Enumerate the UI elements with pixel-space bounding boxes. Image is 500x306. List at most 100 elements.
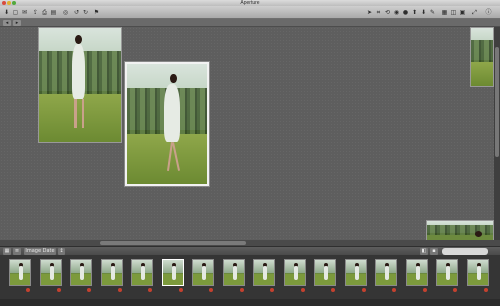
web-icon[interactable]: ◎ (62, 9, 69, 16)
thumbnail-fig (293, 266, 298, 280)
lift-icon[interactable]: ⬆ (411, 9, 418, 16)
thumbnail-fig (110, 266, 115, 280)
straighten-icon[interactable]: ⟲ (384, 9, 391, 16)
minimize-window-icon[interactable] (7, 1, 11, 5)
spot-icon[interactable]: ● (402, 9, 409, 16)
sort-direction-icon[interactable]: ↕ (58, 248, 65, 255)
thumbnail-size-icon[interactable]: ▪ (430, 248, 438, 255)
previous-icon[interactable]: ◂ (3, 20, 11, 26)
photo-edge-right[interactable] (470, 27, 494, 87)
filmstrip-thumbnail[interactable] (161, 259, 184, 286)
rotate-left-icon[interactable]: ↺ (73, 9, 80, 16)
horizontal-scroll-thumb[interactable] (100, 241, 246, 245)
thumbnail-fig (415, 266, 420, 280)
filmstrip-item[interactable] (344, 258, 368, 296)
filmstrip-item[interactable] (69, 258, 93, 296)
filmstrip-thumbnail[interactable] (283, 259, 306, 286)
split-view-icon[interactable]: ◫ (450, 9, 457, 16)
photo-figure-dress (163, 84, 180, 142)
redeye-icon[interactable]: ◉ (393, 9, 400, 16)
photo-trees (427, 225, 493, 236)
filmstrip-thumbnail[interactable] (375, 259, 397, 286)
vertical-scrollbar[interactable] (494, 27, 500, 240)
filmstrip-thumbnail[interactable] (466, 259, 489, 286)
filmstrip-thumbnail[interactable] (70, 259, 92, 286)
filmstrip-item[interactable] (435, 258, 459, 296)
browser-view-icon[interactable]: ▦ (441, 9, 448, 16)
grid-view-icon[interactable]: ▦ (3, 248, 11, 255)
fullscreen-icon[interactable]: ⤢ (471, 9, 478, 16)
filmstrip-item[interactable] (130, 258, 154, 296)
filmstrip-thumbnail[interactable] (192, 259, 214, 286)
label-dot-icon (26, 288, 30, 292)
photo-figure-head (75, 34, 82, 44)
photo-figure-dress (71, 43, 85, 99)
thumbnail-fig (324, 266, 328, 280)
filmstrip-item[interactable] (222, 258, 246, 296)
photo-figure-head (170, 73, 177, 84)
select-icon[interactable]: ➤ (366, 9, 373, 16)
photo-grass (39, 94, 121, 142)
new-project-icon[interactable]: ▢ (12, 9, 19, 16)
status-bar (0, 299, 500, 306)
filmstrip-item[interactable] (313, 258, 337, 296)
flag-icon[interactable]: ⚑ (93, 9, 100, 16)
filmstrip-item[interactable] (252, 258, 276, 296)
filmstrip-item[interactable] (466, 258, 490, 296)
photo-woman-walking[interactable] (125, 62, 209, 186)
thumbnail-fig (232, 266, 237, 280)
browser-controls: ▦ ≡ Image Date ↕ ◧ ▪ (0, 246, 500, 255)
photo-woman-standing[interactable] (38, 27, 122, 143)
filmstrip-thumbnail[interactable] (222, 259, 245, 286)
rotate-right-icon[interactable]: ↻ (82, 9, 89, 16)
vertical-scroll-thumb[interactable] (495, 47, 499, 157)
thumbnail-fig (171, 266, 176, 280)
filter-search-input[interactable] (442, 248, 488, 255)
photo-edge-bottom[interactable] (426, 220, 494, 240)
browser-layout-icon[interactable]: ◧ (420, 248, 428, 255)
zoom-window-icon[interactable] (12, 1, 16, 5)
brush-icon[interactable]: ✎ (429, 9, 436, 16)
filmstrip-thumbnail[interactable] (253, 259, 275, 286)
thumbnail-fig (19, 266, 23, 280)
filmstrip-item[interactable] (161, 258, 185, 296)
filmstrip-item[interactable] (100, 258, 124, 296)
label-dot-icon (422, 288, 427, 292)
filmstrip-thumbnail[interactable] (9, 259, 31, 286)
filmstrip-item[interactable] (191, 258, 215, 296)
viewer-canvas[interactable] (0, 27, 494, 240)
filmstrip-item[interactable] (8, 258, 32, 296)
print-icon[interactable]: ⎙ (41, 9, 48, 16)
main-toolbar: ⬇ ▢ ✉ ⇪ ⎙ ▤ ◎ ↺ ↻ ⚑ ➤ ⌗ ⟲ ◉ ● ⬆ ⬇ ✎ ▦ ◫ … (0, 6, 500, 19)
list-view-icon[interactable]: ≡ (13, 248, 21, 255)
filmstrip-thumbnail[interactable] (405, 259, 428, 286)
filmstrip-item[interactable] (374, 258, 398, 296)
import-icon[interactable]: ⬇ (3, 9, 10, 16)
filmstrip-thumbnail[interactable] (344, 259, 367, 286)
filmstrip-thumbnail[interactable] (39, 259, 62, 286)
thumbnail-fig (263, 266, 267, 280)
label-dot-icon (239, 288, 244, 292)
viewer-icon[interactable]: ▣ (459, 9, 466, 16)
stamp-icon[interactable]: ⬇ (420, 9, 427, 16)
crop-icon[interactable]: ⌗ (375, 9, 382, 16)
next-icon[interactable]: ▸ (13, 20, 21, 26)
filmstrip-item[interactable] (405, 258, 429, 296)
filmstrip-thumbnail[interactable] (436, 259, 458, 286)
sort-dropdown[interactable]: Image Date (24, 248, 56, 255)
email-icon[interactable]: ✉ (21, 9, 28, 16)
filmstrip-item[interactable] (283, 258, 307, 296)
filmstrip-thumbnail[interactable] (131, 259, 153, 286)
filmstrip-thumbnail[interactable] (100, 259, 123, 286)
close-window-icon[interactable] (2, 1, 6, 5)
filmstrip (0, 255, 500, 299)
export-icon[interactable]: ⇪ (32, 9, 39, 16)
filmstrip-item[interactable] (39, 258, 63, 296)
inspector-icon[interactable]: ⓘ (485, 9, 492, 16)
label-dot-icon (87, 288, 91, 292)
book-icon[interactable]: ▤ (50, 9, 57, 16)
photo-figure-head (474, 230, 483, 238)
filmstrip-thumbnail[interactable] (314, 259, 336, 286)
label-dot-icon (178, 288, 183, 292)
label-dot-icon (331, 288, 335, 292)
